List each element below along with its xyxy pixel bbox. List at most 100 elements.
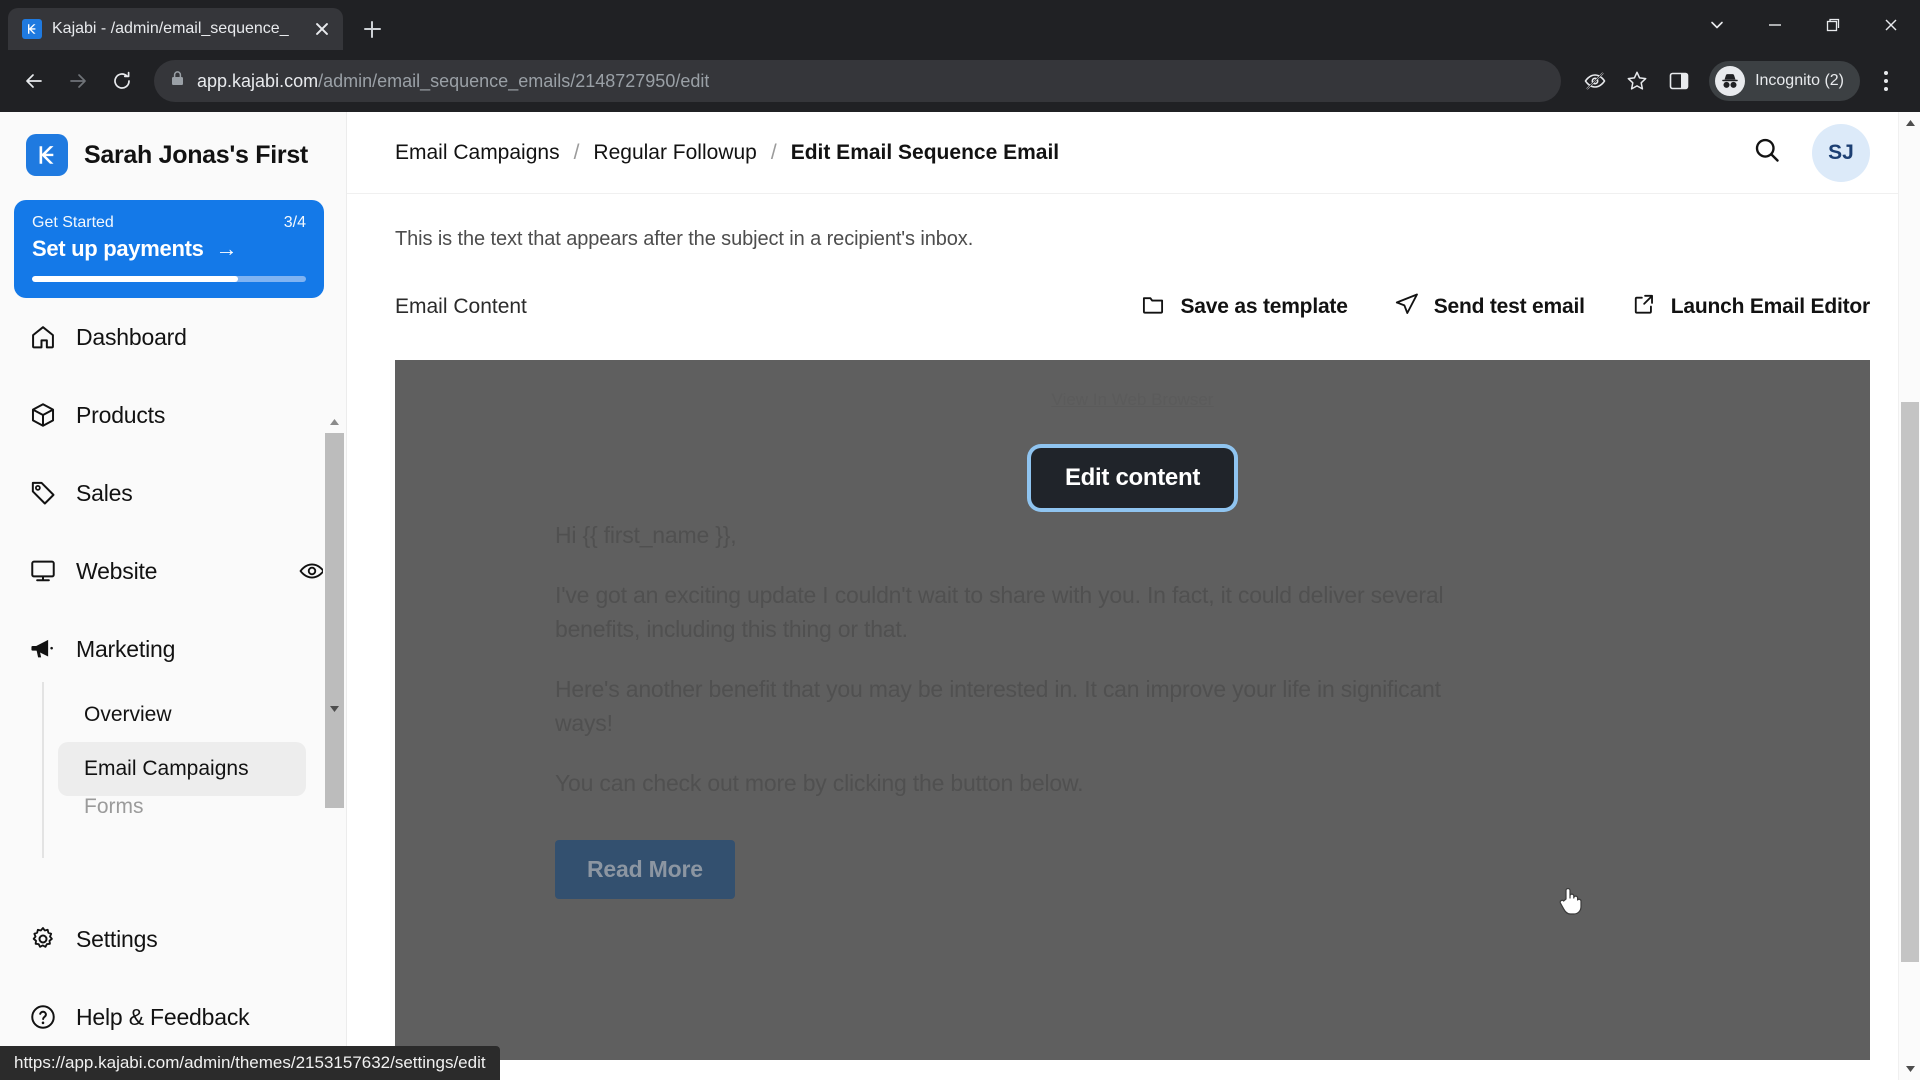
sidebar-scroll-track[interactable] bbox=[323, 433, 346, 808]
sidebar-item-label: Settings bbox=[76, 925, 158, 952]
external-link-icon bbox=[1631, 291, 1657, 322]
tracking-protection-off-icon[interactable] bbox=[1575, 61, 1615, 101]
box-icon bbox=[28, 401, 58, 429]
email-paragraph-2: Here's another benefit that you may be i… bbox=[555, 676, 1441, 737]
get-started-count: 3/4 bbox=[283, 214, 306, 231]
toolbar-icons: Incognito (2) bbox=[1575, 61, 1906, 101]
breadcrumb-current: Edit Email Sequence Email bbox=[790, 140, 1060, 164]
app-sidebar: Sarah Jonas's First Get Started 3/4 Set … bbox=[0, 112, 347, 1080]
sidebar-item-products[interactable]: Products bbox=[14, 376, 346, 454]
window-controls bbox=[1688, 0, 1920, 50]
sidebar-item-sales[interactable]: Sales bbox=[14, 454, 346, 532]
lock-icon bbox=[170, 70, 185, 92]
section-title: Email Content bbox=[395, 294, 527, 318]
arrow-right-icon: → bbox=[215, 236, 238, 261]
get-started-label: Get Started bbox=[32, 214, 114, 231]
sidebar-item-label: Marketing bbox=[76, 635, 176, 662]
address-bar-url: app.kajabi.com/admin/email_sequence_emai… bbox=[197, 71, 709, 92]
browser-tab[interactable]: Kajabi - /admin/email_sequence_ bbox=[8, 8, 343, 50]
monitor-icon bbox=[28, 557, 58, 585]
email-paragraph-1: I've got an exciting update I couldn't w… bbox=[555, 582, 1444, 643]
sidebar-item-marketing[interactable]: Marketing bbox=[14, 610, 346, 688]
breadcrumb-separator: / bbox=[770, 140, 777, 164]
email-paragraph-3: You can check out more by clicking the b… bbox=[555, 770, 1084, 797]
breadcrumb-separator: / bbox=[573, 140, 580, 164]
avatar[interactable]: SJ bbox=[1812, 123, 1870, 182]
tab-strip: Kajabi - /admin/email_sequence_ bbox=[0, 0, 1920, 50]
back-icon[interactable] bbox=[14, 61, 54, 101]
action-label: Send test email bbox=[1433, 294, 1585, 318]
scroll-up-icon[interactable] bbox=[323, 411, 346, 433]
side-panel-icon[interactable] bbox=[1659, 61, 1699, 101]
sidebar-nav-scroll: Get Started 3/4 Set up payments → Dashbo… bbox=[0, 194, 346, 900]
tab-title: Kajabi - /admin/email_sequence_ bbox=[52, 20, 289, 37]
sidebar-item-forms[interactable]: Forms bbox=[58, 796, 306, 818]
view-in-web-browser-link[interactable]: View In Web Browser bbox=[395, 360, 1870, 410]
email-content-toolbar: Email Content Save as template Send test… bbox=[395, 291, 1870, 322]
home-icon bbox=[28, 323, 58, 351]
page-viewport: Sarah Jonas's First Get Started 3/4 Set … bbox=[0, 112, 1920, 1080]
question-circle-icon bbox=[28, 1003, 58, 1031]
sidebar-item-help-feedback[interactable]: Help & Feedback bbox=[14, 978, 346, 1056]
page-scroll-up-icon[interactable] bbox=[1899, 112, 1920, 134]
new-tab-icon[interactable] bbox=[355, 12, 389, 46]
gear-icon bbox=[28, 925, 58, 953]
sidebar-item-website[interactable]: Website bbox=[14, 532, 346, 610]
close-tab-icon[interactable] bbox=[311, 18, 333, 40]
sidebar-item-dashboard[interactable]: Dashboard bbox=[14, 298, 346, 376]
tab-search-icon[interactable] bbox=[1688, 0, 1746, 50]
sidebar-scroll-thumb[interactable] bbox=[325, 433, 344, 808]
page-scrollbar[interactable] bbox=[1898, 112, 1920, 1080]
sidebar-scrollbar[interactable] bbox=[323, 411, 346, 808]
forward-icon[interactable] bbox=[58, 61, 98, 101]
bookmark-star-icon[interactable] bbox=[1617, 61, 1657, 101]
browser-menu-icon[interactable] bbox=[1866, 61, 1906, 101]
close-window-icon[interactable] bbox=[1862, 0, 1920, 50]
main-content: Email Campaigns / Regular Followup / Edi… bbox=[347, 112, 1920, 1080]
address-bar[interactable]: app.kajabi.com/admin/email_sequence_emai… bbox=[154, 60, 1562, 102]
reload-icon[interactable] bbox=[102, 61, 142, 101]
sidebar-subitem-label: Forms bbox=[84, 796, 144, 818]
status-bar-url: https://app.kajabi.com/admin/themes/2153… bbox=[0, 1046, 500, 1080]
eye-icon[interactable] bbox=[298, 557, 326, 585]
megaphone-icon bbox=[28, 635, 58, 663]
sidebar-item-label: Website bbox=[76, 557, 158, 584]
page-scroll-down-icon[interactable] bbox=[1899, 1058, 1920, 1080]
preview-text-helper: This is the text that appears after the … bbox=[395, 228, 974, 250]
content-area: This is the text that appears after the … bbox=[347, 194, 1920, 1060]
incognito-profile-button[interactable]: Incognito (2) bbox=[1709, 61, 1860, 101]
breadcrumb-regular-followup[interactable]: Regular Followup bbox=[593, 141, 756, 165]
page-scroll-thumb[interactable] bbox=[1901, 402, 1919, 962]
sidebar-item-label: Help & Feedback bbox=[76, 1003, 250, 1030]
action-label: Launch Email Editor bbox=[1670, 294, 1870, 318]
sidebar-item-settings[interactable]: Settings bbox=[14, 900, 346, 978]
get-started-card[interactable]: Get Started 3/4 Set up payments → bbox=[14, 200, 324, 298]
breadcrumb-email-campaigns[interactable]: Email Campaigns bbox=[395, 141, 560, 165]
scroll-down-icon[interactable] bbox=[323, 698, 346, 720]
sidebar-item-overview[interactable]: Overview bbox=[58, 688, 306, 742]
brand-header[interactable]: Sarah Jonas's First bbox=[0, 112, 346, 194]
sidebar-item-email-campaigns[interactable]: Email Campaigns bbox=[58, 742, 306, 796]
sidebar-subitem-label: Email Campaigns bbox=[84, 757, 249, 780]
minimize-icon[interactable] bbox=[1746, 0, 1804, 50]
header-actions: SJ bbox=[1752, 123, 1870, 182]
paper-plane-icon bbox=[1394, 291, 1420, 322]
read-more-cta-button[interactable]: Read More bbox=[555, 840, 735, 900]
sidebar-subitem-label: Overview bbox=[84, 703, 172, 726]
tag-icon bbox=[28, 479, 58, 507]
sidebar-item-label: Products bbox=[76, 401, 166, 428]
send-test-email-button[interactable]: Send test email bbox=[1394, 291, 1585, 322]
maximize-icon[interactable] bbox=[1804, 0, 1862, 50]
browser-toolbar: app.kajabi.com/admin/email_sequence_emai… bbox=[0, 50, 1920, 112]
main-header: Email Campaigns / Regular Followup / Edi… bbox=[347, 112, 1920, 194]
search-icon[interactable] bbox=[1752, 135, 1782, 170]
edit-content-wrap: Edit content bbox=[395, 448, 1870, 508]
action-label: Save as template bbox=[1180, 294, 1348, 318]
edit-content-button[interactable]: Edit content bbox=[1030, 448, 1235, 508]
get-started-progress-fill bbox=[32, 276, 238, 282]
browser-window: Kajabi - /admin/email_sequence_ app.kaja… bbox=[0, 0, 1920, 1080]
save-as-template-button[interactable]: Save as template bbox=[1140, 291, 1348, 322]
launch-email-editor-button[interactable]: Launch Email Editor bbox=[1631, 291, 1870, 322]
sidebar-item-label: Sales bbox=[76, 479, 133, 506]
get-started-progress bbox=[32, 276, 306, 282]
